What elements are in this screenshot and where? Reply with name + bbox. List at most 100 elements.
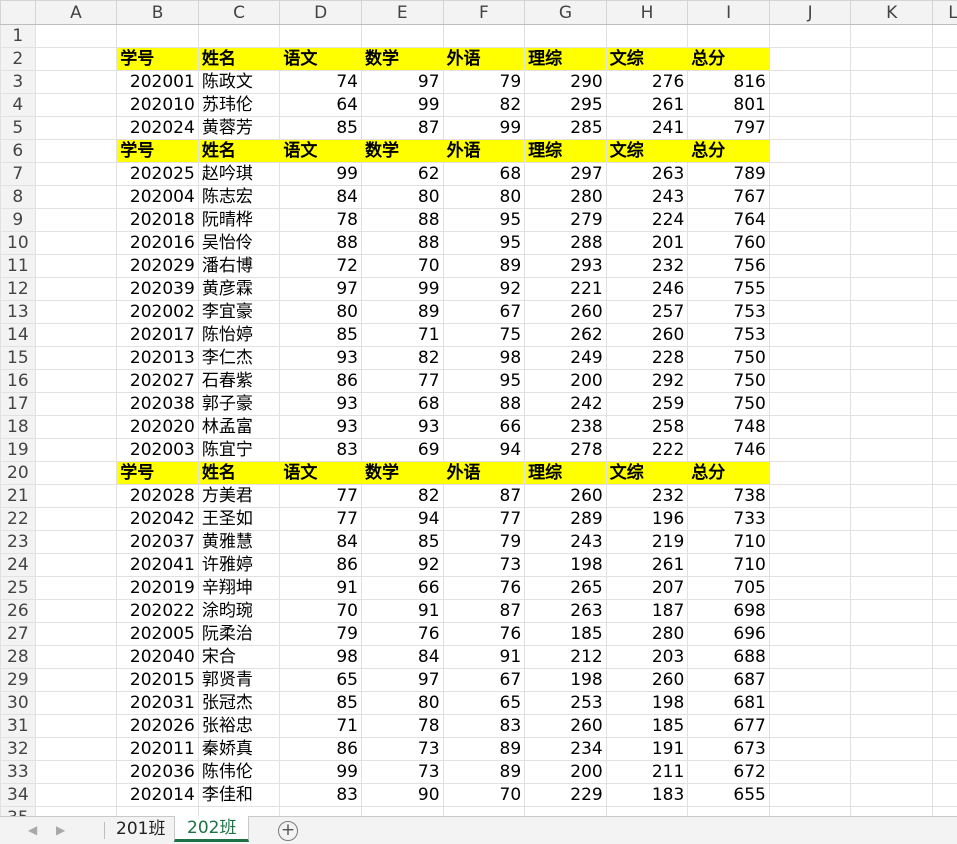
data-cell[interactable]: 辛翔坤	[198, 577, 280, 600]
data-cell[interactable]: 202031	[117, 692, 199, 715]
empty-cell[interactable]	[769, 577, 851, 600]
data-cell[interactable]: 755	[688, 278, 770, 301]
empty-cell[interactable]	[769, 25, 851, 48]
row-header[interactable]: 32	[1, 738, 36, 761]
data-cell[interactable]: 705	[688, 577, 770, 600]
data-cell[interactable]: 221	[525, 278, 607, 301]
data-cell[interactable]: 246	[606, 278, 688, 301]
empty-cell[interactable]	[769, 232, 851, 255]
empty-cell[interactable]	[769, 669, 851, 692]
data-cell[interactable]: 85	[361, 531, 443, 554]
empty-cell[interactable]	[35, 255, 117, 278]
empty-cell[interactable]	[35, 646, 117, 669]
empty-cell[interactable]	[851, 416, 933, 439]
row-header[interactable]: 4	[1, 94, 36, 117]
add-sheet-icon[interactable]: +	[278, 821, 298, 841]
empty-cell[interactable]	[933, 715, 957, 738]
row-header[interactable]: 33	[1, 761, 36, 784]
data-cell[interactable]: 99	[361, 94, 443, 117]
empty-cell[interactable]	[35, 531, 117, 554]
data-cell[interactable]: 秦娇真	[198, 738, 280, 761]
empty-cell[interactable]	[933, 807, 957, 817]
empty-cell[interactable]	[769, 623, 851, 646]
empty-cell[interactable]	[933, 94, 957, 117]
data-cell[interactable]: 202016	[117, 232, 199, 255]
data-cell[interactable]: 202019	[117, 577, 199, 600]
data-cell[interactable]: 202015	[117, 669, 199, 692]
empty-cell[interactable]	[688, 25, 770, 48]
column-header[interactable]: A	[35, 1, 117, 25]
data-cell[interactable]: 93	[280, 416, 362, 439]
empty-cell[interactable]	[933, 71, 957, 94]
row-header[interactable]: 18	[1, 416, 36, 439]
empty-cell[interactable]	[769, 600, 851, 623]
data-cell[interactable]: 202005	[117, 623, 199, 646]
empty-cell[interactable]	[769, 71, 851, 94]
data-cell[interactable]: 263	[525, 600, 607, 623]
data-cell[interactable]: 87	[443, 600, 525, 623]
header-cell[interactable]: 语文	[280, 48, 362, 71]
empty-cell[interactable]	[35, 71, 117, 94]
data-cell[interactable]: 95	[443, 232, 525, 255]
empty-cell[interactable]	[851, 71, 933, 94]
data-cell[interactable]: 77	[361, 370, 443, 393]
tab-202[interactable]: 202班	[174, 816, 249, 842]
data-cell[interactable]: 242	[525, 393, 607, 416]
data-cell[interactable]: 65	[443, 692, 525, 715]
row-header[interactable]: 6	[1, 140, 36, 163]
empty-cell[interactable]	[933, 692, 957, 715]
data-cell[interactable]: 黄蓉芳	[198, 117, 280, 140]
row-header[interactable]: 27	[1, 623, 36, 646]
empty-cell[interactable]	[851, 508, 933, 531]
empty-cell[interactable]	[851, 163, 933, 186]
data-cell[interactable]: 202038	[117, 393, 199, 416]
empty-cell[interactable]	[851, 186, 933, 209]
data-cell[interactable]: 760	[688, 232, 770, 255]
header-cell[interactable]: 姓名	[198, 140, 280, 163]
data-cell[interactable]: 202002	[117, 301, 199, 324]
row-header[interactable]: 19	[1, 439, 36, 462]
data-cell[interactable]: 99	[280, 163, 362, 186]
column-header[interactable]: F	[443, 1, 525, 25]
empty-cell[interactable]	[769, 554, 851, 577]
header-cell[interactable]: 学号	[117, 48, 199, 71]
empty-cell[interactable]	[688, 807, 770, 817]
empty-cell[interactable]	[35, 784, 117, 807]
empty-cell[interactable]	[769, 508, 851, 531]
data-cell[interactable]: 292	[606, 370, 688, 393]
header-cell[interactable]: 理综	[525, 140, 607, 163]
data-cell[interactable]: 207	[606, 577, 688, 600]
data-cell[interactable]: 260	[525, 485, 607, 508]
column-header[interactable]: K	[851, 1, 933, 25]
empty-cell[interactable]	[933, 324, 957, 347]
select-all-corner[interactable]	[1, 1, 36, 25]
empty-cell[interactable]	[933, 48, 957, 71]
row-header[interactable]: 7	[1, 163, 36, 186]
data-cell[interactable]: 79	[280, 623, 362, 646]
data-cell[interactable]: 方美君	[198, 485, 280, 508]
data-cell[interactable]: 65	[280, 669, 362, 692]
data-cell[interactable]: 260	[525, 715, 607, 738]
empty-cell[interactable]	[769, 186, 851, 209]
empty-cell[interactable]	[769, 347, 851, 370]
empty-cell[interactable]	[933, 347, 957, 370]
data-cell[interactable]: 681	[688, 692, 770, 715]
data-cell[interactable]: 88	[443, 393, 525, 416]
data-cell[interactable]: 738	[688, 485, 770, 508]
data-cell[interactable]: 69	[361, 439, 443, 462]
empty-cell[interactable]	[35, 25, 117, 48]
data-cell[interactable]: 710	[688, 554, 770, 577]
empty-cell[interactable]	[933, 301, 957, 324]
empty-cell[interactable]	[851, 600, 933, 623]
empty-cell[interactable]	[35, 232, 117, 255]
empty-cell[interactable]	[35, 485, 117, 508]
data-cell[interactable]: 88	[280, 232, 362, 255]
empty-cell[interactable]	[35, 715, 117, 738]
data-cell[interactable]: 93	[280, 347, 362, 370]
empty-cell[interactable]	[198, 807, 280, 817]
header-cell[interactable]: 外语	[443, 462, 525, 485]
data-cell[interactable]: 67	[443, 301, 525, 324]
empty-cell[interactable]	[933, 255, 957, 278]
data-cell[interactable]: 76	[361, 623, 443, 646]
data-cell[interactable]: 202017	[117, 324, 199, 347]
